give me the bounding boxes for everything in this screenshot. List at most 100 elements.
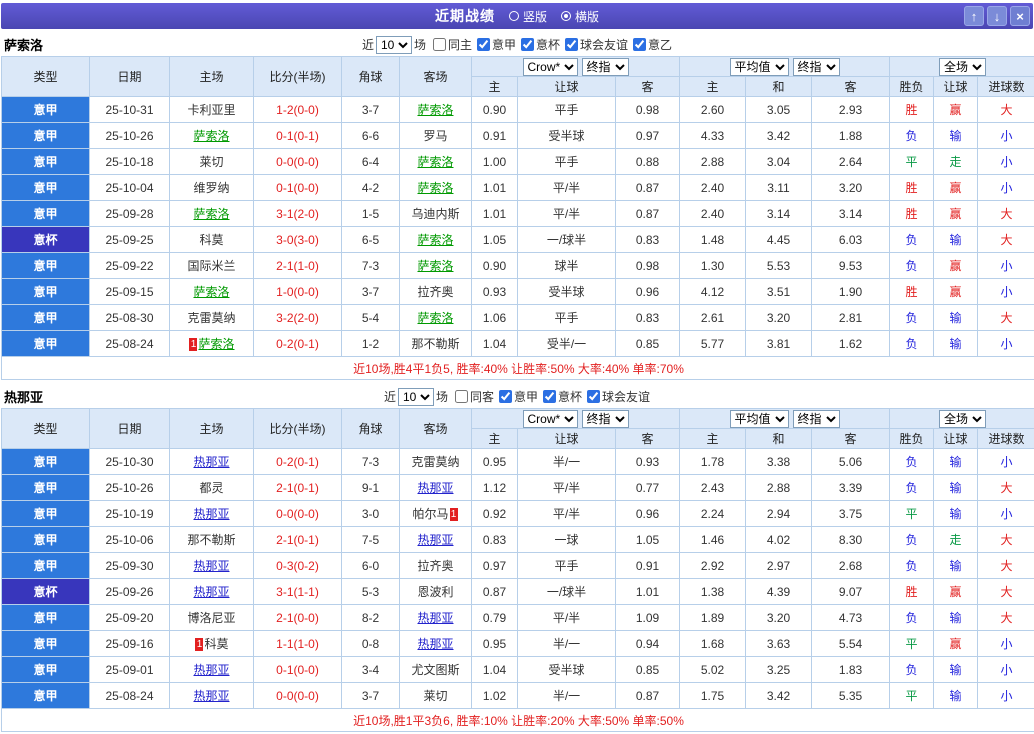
team-link[interactable]: 萨索洛: [417, 311, 453, 325]
filter-checkbox-input[interactable]: [432, 37, 446, 51]
handicap-cell: 平/半: [517, 500, 616, 527]
avg-source-select[interactable]: 平均值: [729, 409, 789, 428]
filter-checkbox[interactable]: 意甲: [472, 36, 516, 53]
team-link[interactable]: 帕尔马: [412, 507, 448, 521]
score-cell[interactable]: 0-1(0-0): [253, 656, 342, 683]
filter-checkbox[interactable]: 同客: [450, 388, 494, 405]
team-link[interactable]: 博洛尼亚: [187, 611, 235, 625]
avg-time-select[interactable]: 终指: [792, 409, 840, 428]
scope-select[interactable]: 全场: [939, 57, 987, 76]
filter-checkbox-input[interactable]: [476, 37, 490, 51]
match-count-select[interactable]: 10: [375, 35, 412, 54]
team-link[interactable]: 恩波利: [417, 585, 453, 599]
team-link[interactable]: 萨索洛: [193, 285, 229, 299]
odds-time-select[interactable]: 终指: [581, 409, 629, 428]
team-link[interactable]: 克雷莫纳: [187, 311, 235, 325]
team-link[interactable]: 乌迪内斯: [411, 207, 459, 221]
team-link[interactable]: 萨索洛: [417, 181, 453, 195]
filter-checkbox[interactable]: 球会友谊: [582, 388, 650, 405]
filter-checkbox-input[interactable]: [499, 389, 512, 403]
score-cell[interactable]: 1-2(0-0): [253, 96, 342, 123]
odds-time-select[interactable]: 终指: [581, 57, 629, 76]
team-link[interactable]: 萨索洛: [417, 155, 453, 169]
match-row: 意甲 25-08-24 热那亚 0-0(0-0) 3-7 莱切 1.02 半/一 0.87 1.7…: [1, 682, 1034, 709]
score-cell[interactable]: 0-1(0-0): [253, 174, 342, 201]
handicap-cell: 半/一: [517, 448, 616, 475]
team-link[interactable]: 科莫: [204, 637, 228, 651]
close-button[interactable]: ×: [1010, 6, 1030, 26]
filter-checkbox-input[interactable]: [633, 37, 647, 51]
filter-checkbox[interactable]: 同主: [428, 36, 472, 53]
filter-checkbox-input[interactable]: [454, 389, 468, 403]
team-link[interactable]: 热那亚: [193, 663, 229, 677]
score-cell[interactable]: 0-2(0-1): [253, 330, 342, 357]
score-cell[interactable]: 3-0(3-0): [253, 226, 342, 253]
team-link[interactable]: 萨索洛: [417, 103, 453, 117]
odds-source-select[interactable]: Crow*: [522, 57, 578, 76]
layout-radio-horizontal[interactable]: 横版: [561, 8, 599, 25]
score-cell[interactable]: 3-1(2-0): [253, 200, 342, 227]
team-link[interactable]: 都灵: [199, 481, 223, 495]
score-cell[interactable]: 0-1(0-1): [253, 122, 342, 149]
filter-checkbox-input[interactable]: [521, 37, 534, 51]
move-down-button[interactable]: ↓: [987, 6, 1007, 26]
team-link[interactable]: 萨索洛: [417, 259, 453, 273]
score-cell[interactable]: 0-3(0-2): [253, 552, 342, 579]
score-cell[interactable]: 3-1(1-1): [253, 578, 342, 605]
filter-checkbox[interactable]: 意杯: [516, 36, 560, 53]
team-link[interactable]: 尤文图斯: [411, 663, 459, 677]
team-link[interactable]: 萨索洛: [417, 233, 453, 247]
team-link[interactable]: 卡利亚里: [187, 103, 235, 117]
score-cell[interactable]: 2-1(1-0): [253, 252, 342, 279]
filter-checkbox-input[interactable]: [565, 37, 579, 51]
move-up-button[interactable]: ↑: [964, 6, 984, 26]
team-link[interactable]: 克雷莫纳: [411, 455, 459, 469]
avg-source-select[interactable]: 平均值: [729, 57, 789, 76]
scope-select[interactable]: 全场: [939, 409, 987, 428]
score-cell[interactable]: 0-0(0-0): [253, 500, 342, 527]
match-count-select[interactable]: 10: [397, 387, 434, 406]
score-cell[interactable]: 3-2(2-0): [253, 304, 342, 331]
team-link[interactable]: 维罗纳: [193, 181, 229, 195]
team-link[interactable]: 萨索洛: [193, 207, 229, 221]
team-link[interactable]: 热那亚: [193, 507, 229, 521]
score-cell[interactable]: 0-0(0-0): [253, 148, 342, 175]
team-link[interactable]: 热那亚: [193, 585, 229, 599]
score-cell[interactable]: 0-2(0-1): [253, 448, 342, 475]
team-link[interactable]: 热那亚: [417, 611, 453, 625]
team-link[interactable]: 热那亚: [417, 637, 453, 651]
home-team-cell: 维罗纳: [169, 174, 254, 201]
team-link[interactable]: 拉齐奥: [417, 559, 453, 573]
filter-checkbox-input[interactable]: [543, 389, 557, 403]
score-cell[interactable]: 1-0(0-0): [253, 278, 342, 305]
layout-radio-vertical[interactable]: 竖版: [508, 8, 547, 25]
score-cell[interactable]: 2-1(0-0): [253, 604, 342, 631]
team-link[interactable]: 热那亚: [193, 559, 229, 573]
team-link[interactable]: 那不勒斯: [187, 533, 235, 547]
team-link[interactable]: 国际米兰: [187, 259, 235, 273]
score-cell[interactable]: 2-1(0-1): [253, 474, 342, 501]
filter-checkbox[interactable]: 意甲: [494, 388, 538, 405]
team-link[interactable]: 那不勒斯: [411, 337, 459, 351]
filter-checkbox[interactable]: 球会友谊: [560, 36, 628, 53]
team-link[interactable]: 科莫: [199, 233, 223, 247]
filter-checkbox[interactable]: 意杯: [538, 388, 582, 405]
team-link[interactable]: 罗马: [423, 129, 447, 143]
team-link[interactable]: 萨索洛: [198, 337, 234, 351]
filter-checkbox-input[interactable]: [587, 389, 601, 403]
team-link[interactable]: 热那亚: [417, 533, 453, 547]
team-link[interactable]: 热那亚: [193, 689, 229, 703]
team-link[interactable]: 热那亚: [193, 455, 229, 469]
score-cell[interactable]: 0-0(0-0): [253, 682, 342, 709]
avg-time-select[interactable]: 终指: [792, 57, 840, 76]
team-link[interactable]: 拉齐奥: [417, 285, 453, 299]
odds-source-select[interactable]: Crow*: [522, 409, 578, 428]
home-team-cell: 国际米兰: [169, 252, 254, 279]
team-link[interactable]: 莱切: [199, 155, 223, 169]
team-link[interactable]: 萨索洛: [193, 129, 229, 143]
score-cell[interactable]: 2-1(0-1): [253, 526, 342, 553]
team-link[interactable]: 莱切: [423, 689, 447, 703]
score-cell[interactable]: 1-1(1-0): [253, 630, 342, 657]
team-link[interactable]: 热那亚: [417, 481, 453, 495]
filter-checkbox[interactable]: 意乙: [628, 36, 672, 53]
